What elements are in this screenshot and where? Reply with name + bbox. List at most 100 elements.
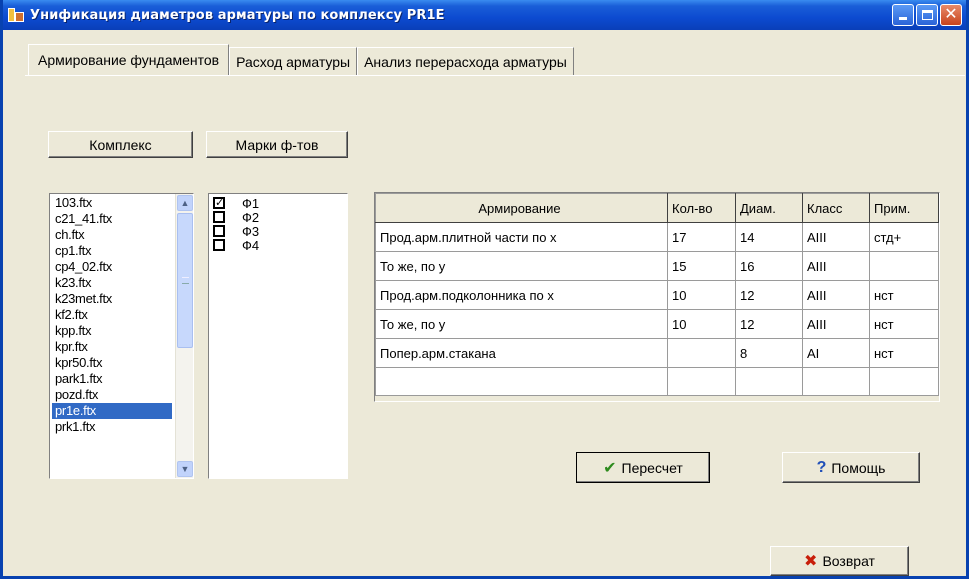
- grip-icon: [182, 277, 189, 284]
- table-cell[interactable]: То же, по у: [375, 309, 668, 339]
- column-header[interactable]: Армирование: [375, 193, 668, 223]
- table-cell[interactable]: 15: [667, 251, 736, 281]
- complex-button[interactable]: Комплекс: [48, 131, 193, 158]
- table-cell[interactable]: 16: [735, 251, 803, 281]
- table-cell[interactable]: [375, 367, 668, 396]
- table-cell[interactable]: 14: [735, 222, 803, 252]
- question-mark-icon: ?: [816, 458, 827, 476]
- table-cell[interactable]: Попер.арм.стакана: [375, 338, 668, 368]
- table-cell[interactable]: 10: [667, 309, 736, 339]
- marks-button[interactable]: Марки ф-тов: [206, 131, 348, 158]
- table-cell[interactable]: [802, 367, 870, 396]
- column-header[interactable]: Класс: [802, 193, 870, 223]
- mark-checkbox[interactable]: [213, 225, 225, 237]
- file-list-item[interactable]: k23.ftx: [52, 275, 172, 291]
- table-cell[interactable]: AI: [802, 338, 870, 368]
- checkmark-icon: ✔: [603, 459, 617, 477]
- chevron-up-icon: ▲: [180, 198, 190, 208]
- scroll-up-button[interactable]: ▲: [177, 195, 193, 211]
- tab-foundation-reinforcement[interactable]: Армирование фундаментов: [28, 44, 230, 75]
- table-cell[interactable]: нст: [869, 309, 939, 339]
- cross-icon: ✖: [804, 553, 818, 570]
- file-list-scrollbar[interactable]: ▲ ▼: [175, 194, 193, 478]
- help-button[interactable]: ? Помощь: [782, 452, 920, 483]
- table-cell[interactable]: 12: [735, 280, 803, 310]
- file-list-item[interactable]: pr1e.ftx: [52, 403, 172, 419]
- mark-checkbox[interactable]: [213, 239, 225, 251]
- reinforcement-table: Армирование Кол-во Диам. Класс Прим. Прод.ар…: [375, 193, 939, 396]
- table-cell[interactable]: 17: [667, 222, 736, 252]
- recalc-button[interactable]: ✔ Пересчет: [576, 452, 710, 483]
- table-cell[interactable]: AIII: [802, 280, 870, 310]
- table-cell[interactable]: Прод.арм.плитной части по х: [375, 222, 668, 252]
- file-list-item[interactable]: k23met.ftx: [52, 291, 172, 307]
- table-cell[interactable]: нст: [869, 280, 939, 310]
- file-list-item[interactable]: kpp.ftx: [52, 323, 172, 339]
- table-cell[interactable]: [667, 338, 736, 368]
- tab-overconsumption-analysis[interactable]: Анализ перерасхода арматуры: [357, 47, 574, 75]
- file-list-item[interactable]: 103.ftx: [52, 195, 172, 211]
- mark-checkbox[interactable]: [213, 211, 225, 223]
- mark-item[interactable]: Ф3: [213, 223, 260, 239]
- table-cell[interactable]: Прод.арм.подколонника по х: [375, 280, 668, 310]
- file-list-item[interactable]: cp4_02.ftx: [52, 259, 172, 275]
- tab-strip: Армирование фундаментов Расход арматуры …: [28, 44, 574, 75]
- file-list-item[interactable]: kpr.ftx: [52, 339, 172, 355]
- table-cell[interactable]: [869, 367, 939, 396]
- table-cell[interactable]: То же, по у: [375, 251, 668, 281]
- file-list-item[interactable]: pozd.ftx: [52, 387, 172, 403]
- mark-label: Ф2: [242, 209, 260, 225]
- table-cell[interactable]: AIII: [802, 222, 870, 252]
- marks-listbox[interactable]: ✓ Ф1 Ф2 Ф3 Ф4: [208, 193, 348, 479]
- table-cell[interactable]: AIII: [802, 251, 870, 281]
- file-listbox[interactable]: 103.ftx c21_41.ftx ch.ftx cp1.ftx cp4_02.ftx…: [49, 193, 194, 479]
- mark-checkbox[interactable]: ✓: [213, 197, 225, 209]
- window-title: Унификация диаметров арматуры по комплек…: [30, 7, 445, 23]
- file-list-item[interactable]: ch.ftx: [52, 227, 172, 243]
- file-list-item[interactable]: prk1.ftx: [52, 419, 172, 435]
- mark-label: Ф1: [242, 195, 260, 211]
- file-list-item[interactable]: kf2.ftx: [52, 307, 172, 323]
- table-row: [375, 367, 939, 396]
- table-cell[interactable]: нст: [869, 338, 939, 368]
- back-label: Возврат: [822, 553, 875, 569]
- table-cell[interactable]: [735, 367, 803, 396]
- table-cell[interactable]: 10: [667, 280, 736, 310]
- tab-reinforcement-consumption[interactable]: Расход арматуры: [229, 47, 358, 75]
- table-row: То же, по у 10 12 AIII нст: [375, 309, 939, 339]
- file-list-item[interactable]: kpr50.ftx: [52, 355, 172, 371]
- file-list-item[interactable]: c21_41.ftx: [52, 211, 172, 227]
- table-cell[interactable]: AIII: [802, 309, 870, 339]
- table-row: Попер.арм.стакана 8 AI нст: [375, 338, 939, 368]
- recalc-label: Пересчет: [621, 459, 683, 476]
- scroll-down-button[interactable]: ▼: [177, 461, 193, 477]
- minimize-button[interactable]: [892, 4, 914, 26]
- column-header[interactable]: Кол-во: [667, 193, 736, 223]
- file-list-item[interactable]: park1.ftx: [52, 371, 172, 387]
- tab-divider: [25, 75, 965, 76]
- table-row: Прод.арм.плитной части по х 17 14 AIII стд+: [375, 222, 939, 252]
- column-header[interactable]: Прим.: [869, 193, 939, 223]
- reinforcement-grid[interactable]: Армирование Кол-во Диам. Класс Прим. Прод.ар…: [374, 192, 940, 402]
- maximize-icon: [922, 10, 933, 20]
- back-button[interactable]: ✖ Возврат: [770, 546, 909, 576]
- title-bar[interactable]: Унификация диаметров арматуры по комплек…: [3, 0, 966, 30]
- table-cell[interactable]: 12: [735, 309, 803, 339]
- help-label: Помощь: [831, 459, 886, 476]
- maximize-button[interactable]: [916, 4, 938, 26]
- close-button[interactable]: ✕: [940, 4, 962, 26]
- file-list: 103.ftx c21_41.ftx ch.ftx cp1.ftx cp4_02.ftx…: [52, 195, 172, 435]
- mark-item[interactable]: Ф2: [213, 209, 260, 225]
- minimize-icon: [899, 17, 907, 20]
- mark-item[interactable]: ✓ Ф1: [213, 195, 260, 211]
- table-cell[interactable]: 8: [735, 338, 803, 368]
- close-icon: ✕: [944, 6, 958, 23]
- mark-label: Ф3: [242, 223, 260, 239]
- column-header[interactable]: Диам.: [735, 193, 803, 223]
- table-cell[interactable]: [869, 251, 939, 281]
- mark-item[interactable]: Ф4: [213, 238, 259, 253]
- file-list-item[interactable]: cp1.ftx: [52, 243, 172, 259]
- scroll-thumb[interactable]: [177, 213, 193, 348]
- table-cell[interactable]: [667, 367, 736, 396]
- table-cell[interactable]: стд+: [869, 222, 939, 252]
